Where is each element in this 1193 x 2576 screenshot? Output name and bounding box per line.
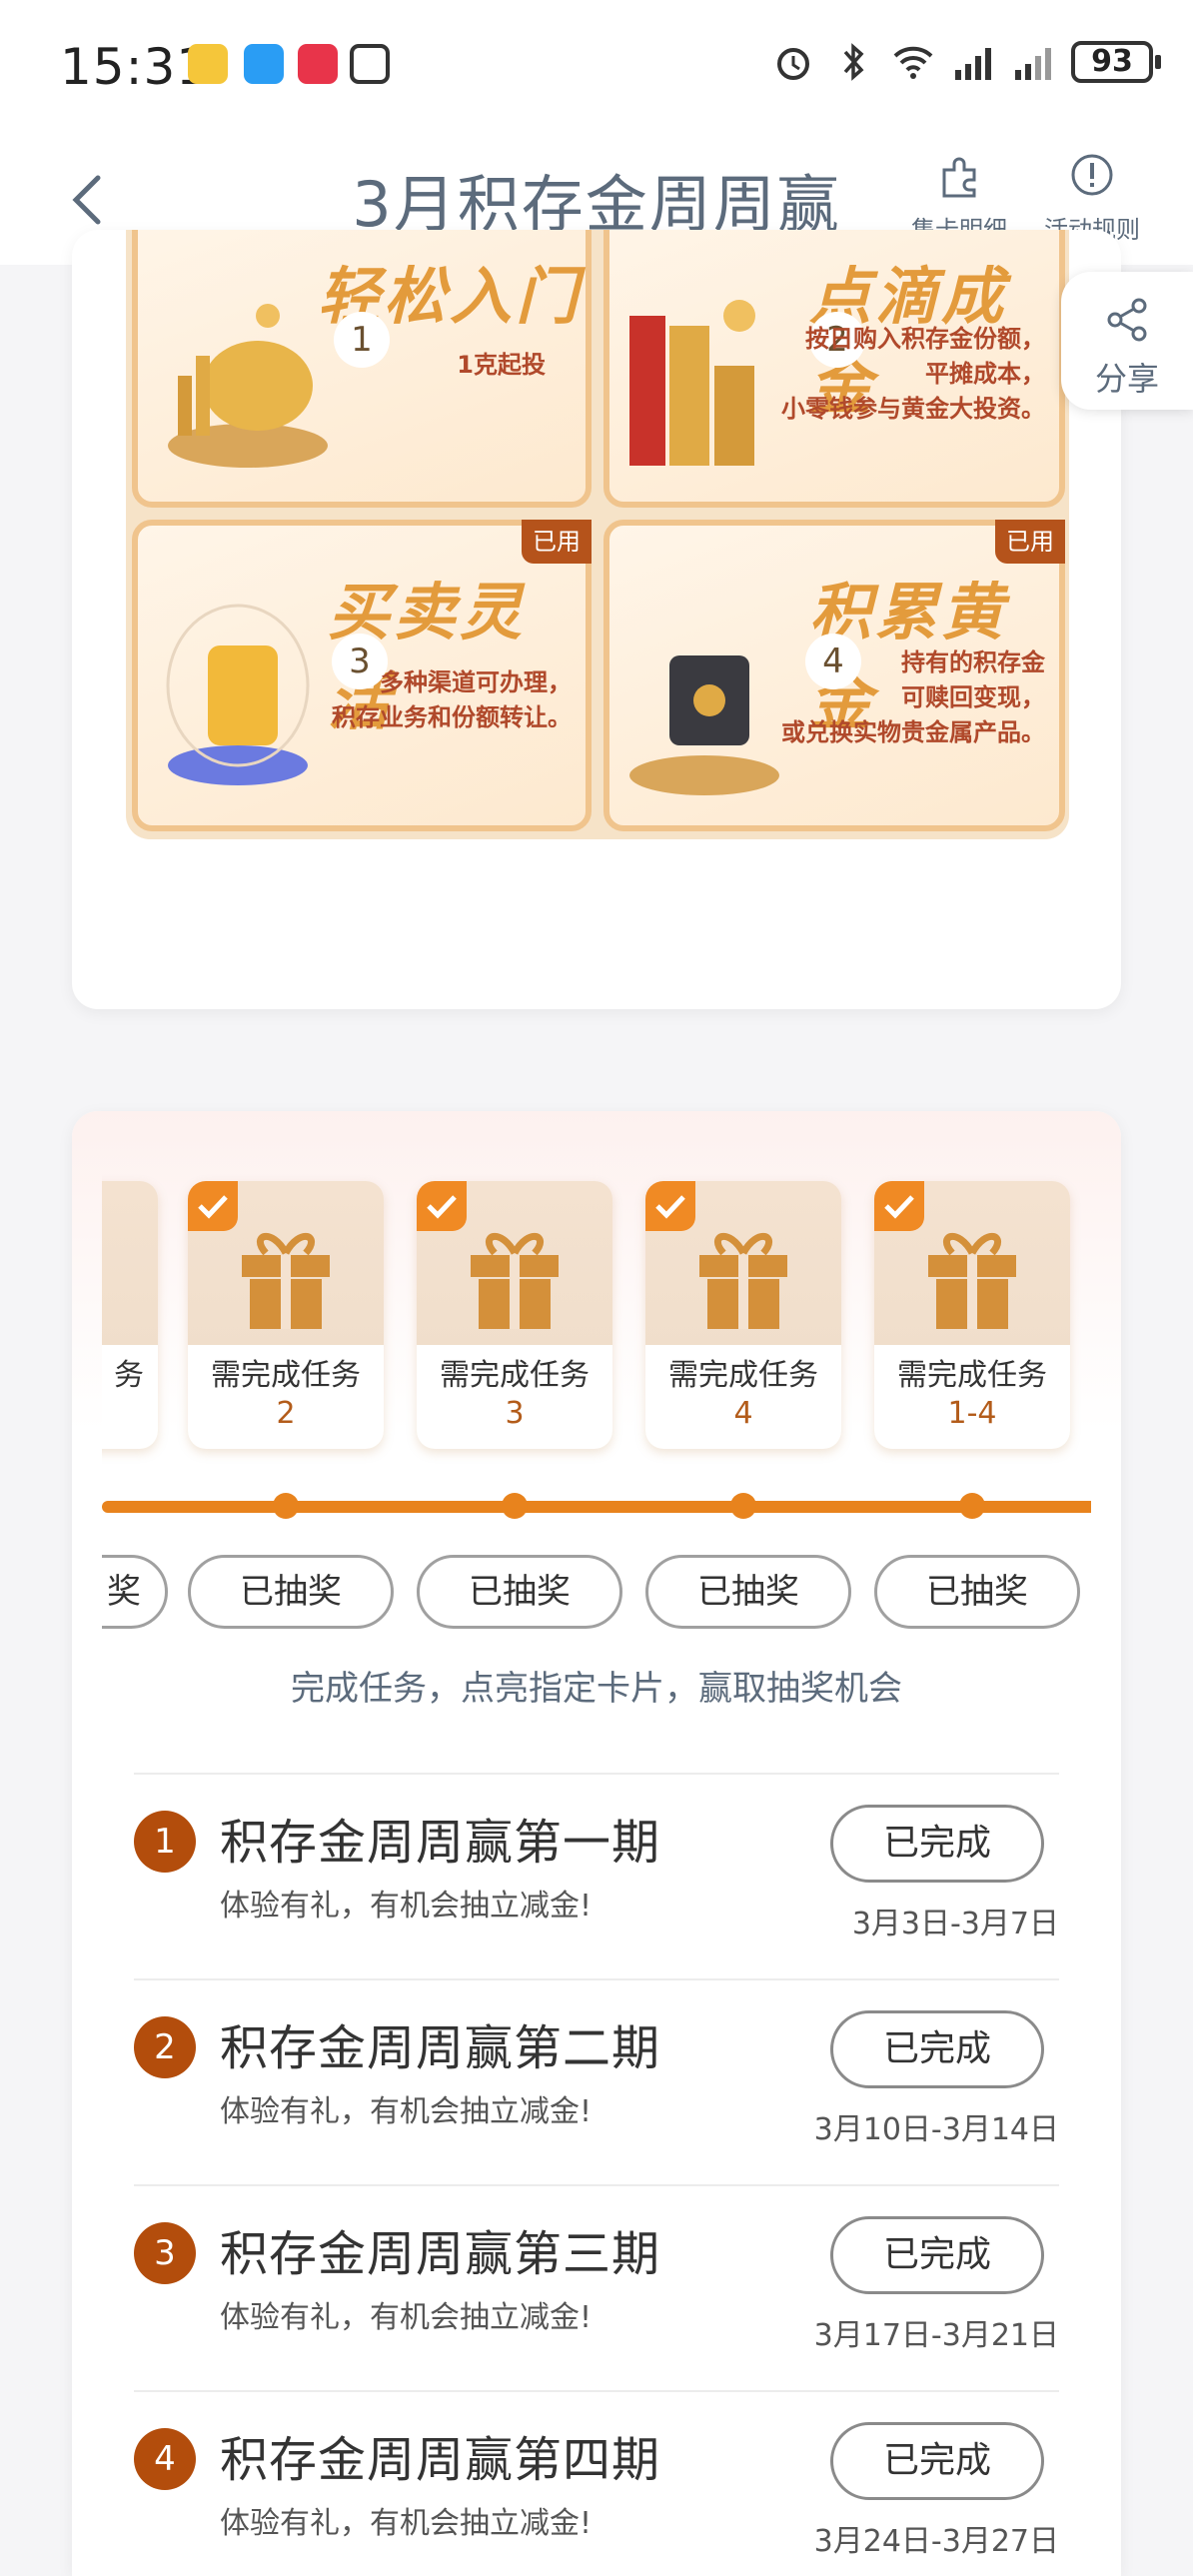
period-item: 2 积存金周周赢第二期 体验有礼，有机会抽立减金! 已完成 3月10日-3月14…	[134, 1978, 1059, 2184]
nfc-icon	[350, 44, 390, 84]
used-badge: 已用	[522, 520, 592, 564]
reward-card[interactable]: 务	[102, 1181, 158, 1449]
wallet-icon	[166, 604, 310, 785]
check-icon	[188, 1181, 238, 1231]
share-button[interactable]: 分享	[1061, 272, 1193, 410]
intro-card: 轻松入门 1 1克起投 点滴成金 2 按日购入积存金份额， 平摊成本， 小零钱参…	[72, 230, 1121, 1009]
tile-desc: 持有的积存金 可赎回变现， 或兑换实物贵金属产品。	[781, 645, 1045, 750]
tile-desc-line: 小零钱参与黄金大投资。	[781, 395, 1045, 423]
period-number-badge: 2	[134, 2016, 196, 2078]
tile-desc-line: 按日购入积存金份额，	[805, 325, 1045, 353]
signal-icon	[955, 48, 991, 80]
progress-dot	[273, 1493, 299, 1519]
period-subtitle: 体验有礼，有机会抽立减金!	[220, 1889, 593, 1924]
period-number-badge: 1	[134, 1811, 196, 1873]
chat-app-icon	[244, 44, 284, 84]
period-title: 积存金周周赢第四期	[220, 2432, 661, 2488]
tile-desc: 1克起投	[457, 351, 546, 379]
status-time: 15:31	[60, 38, 210, 96]
intro-tile: 点滴成金 2 按日购入积存金份额， 平摊成本， 小零钱参与黄金大投资。	[603, 230, 1065, 508]
progress-track	[102, 1501, 1091, 1513]
reward-card-label: 需完成任务 2	[188, 1345, 384, 1449]
tile-number: 1	[334, 312, 390, 368]
check-icon	[645, 1181, 695, 1231]
wifi-icon	[893, 46, 933, 79]
period-date: 3月10日-3月14日	[813, 2112, 1059, 2147]
period-status-button[interactable]: 已完成	[830, 1805, 1044, 1883]
period-item: 3 积存金周周赢第三期 体验有礼，有机会抽立减金! 已完成 3月17日-3月21…	[134, 2184, 1059, 2390]
red-app-icon	[298, 44, 338, 84]
period-subtitle: 体验有礼，有机会抽立减金!	[220, 2094, 593, 2129]
rewards-carousel[interactable]: 务 需完成任务 2 需完成任务 3 需完成任务 4 需完成任务 1-4 奖 已抽奖	[102, 1111, 1091, 1681]
lottery-button[interactable]: 已抽奖	[874, 1555, 1080, 1629]
lottery-button[interactable]: 已抽奖	[417, 1555, 622, 1629]
period-status-button[interactable]: 已完成	[830, 2216, 1044, 2294]
lottery-button[interactable]: 已抽奖	[645, 1555, 851, 1629]
progress-dot	[502, 1493, 528, 1519]
period-subtitle: 体验有礼，有机会抽立减金!	[220, 2506, 593, 2541]
piggy-bank-icon	[168, 304, 328, 468]
intro-tile: 轻松入门 1 1克起投	[132, 230, 592, 508]
battery-indicator: 93	[1071, 41, 1161, 83]
gift-icon	[928, 1232, 1016, 1329]
alarm-icon	[777, 48, 809, 80]
period-title: 积存金周周赢第二期	[220, 2020, 661, 2076]
rewards-hint: 完成任务，点亮指定卡片，赢取抽奖机会	[291, 1669, 902, 1709]
bluetooth-icon	[843, 43, 864, 81]
status-bar: 15:31 93	[0, 0, 1193, 130]
period-status-button[interactable]: 已完成	[830, 2010, 1044, 2088]
period-number-badge: 4	[134, 2428, 196, 2490]
reward-card[interactable]: 需完成任务 3	[417, 1181, 612, 1449]
safe-icon	[629, 655, 779, 795]
period-date: 3月24日-3月27日	[813, 2524, 1059, 2559]
intro-tile: 买卖灵活 3 多种渠道可办理， 积存业务和份额转让。 已用	[132, 520, 592, 831]
tile-desc: 按日购入积存金份额， 平摊成本， 小零钱参与黄金大投资。	[781, 322, 1045, 427]
lottery-button[interactable]: 奖	[102, 1555, 168, 1629]
lottery-button[interactable]: 已抽奖	[188, 1555, 394, 1629]
progress-dot	[959, 1493, 985, 1519]
reward-card[interactable]: 需完成任务 1-4	[874, 1181, 1070, 1449]
intro-tile: 积累黄金 4 持有的积存金 可赎回变现， 或兑换实物贵金属产品。 已用	[603, 520, 1065, 831]
intro-grid: 轻松入门 1 1克起投 点滴成金 2 按日购入积存金份额， 平摊成本， 小零钱参…	[126, 230, 1069, 839]
tile-desc-line: 积存业务和份额转让。	[332, 703, 572, 731]
used-badge: 已用	[995, 520, 1065, 564]
share-icon	[1107, 298, 1147, 342]
info-icon	[1071, 154, 1113, 196]
progress-dot	[730, 1493, 756, 1519]
tile-desc-line: 或兑换实物贵金属产品。	[781, 718, 1045, 746]
gift-icon	[699, 1232, 787, 1329]
period-date: 3月17日-3月21日	[813, 2318, 1059, 2353]
weibo-app-icon	[188, 44, 228, 84]
reward-card[interactable]: 需完成任务 2	[188, 1181, 384, 1449]
gift-icon	[242, 1232, 330, 1329]
period-title: 积存金周周赢第三期	[220, 2226, 661, 2282]
period-item: 4 积存金周周赢第四期 体验有礼，有机会抽立减金! 已完成 3月24日-3月27…	[134, 2390, 1059, 2576]
share-label: 分享	[1094, 360, 1159, 398]
reward-card-label: 需完成任务 4	[645, 1345, 841, 1449]
tile-desc-line: 平摊成本，	[925, 360, 1045, 388]
check-icon	[874, 1181, 924, 1231]
tile-desc-line: 多种渠道可办理，	[380, 668, 572, 696]
gift-icon	[471, 1232, 559, 1329]
period-date: 3月3日-3月7日	[851, 1907, 1059, 1941]
reward-card[interactable]: 需完成任务 4	[645, 1181, 841, 1449]
period-status-button[interactable]: 已完成	[830, 2422, 1044, 2500]
period-number-badge: 3	[134, 2222, 196, 2284]
reward-card-label: 需完成任务 3	[417, 1345, 612, 1449]
reward-card-label: 务	[102, 1345, 158, 1449]
period-item: 1 积存金周周赢第一期 体验有礼，有机会抽立减金! 已完成 3月3日-3月7日	[134, 1773, 1059, 1978]
period-subtitle: 体验有礼，有机会抽立减金!	[220, 2300, 593, 2335]
rewards-card: 务 需完成任务 2 需完成任务 3 需完成任务 4 需完成任务 1-4 奖 已抽奖	[72, 1111, 1121, 2576]
check-icon	[417, 1181, 467, 1231]
signal-icon	[1015, 48, 1051, 80]
period-title: 积存金周周赢第一期	[220, 1815, 661, 1871]
gold-coins-icon	[629, 300, 755, 466]
puzzle-icon	[942, 157, 976, 198]
tile-desc-line: 可赎回变现，	[901, 683, 1045, 711]
tile-desc-line: 持有的积存金	[901, 648, 1045, 676]
reward-card-label: 需完成任务 1-4	[874, 1345, 1070, 1449]
tile-desc: 多种渠道可办理， 积存业务和份额转让。	[332, 665, 572, 735]
